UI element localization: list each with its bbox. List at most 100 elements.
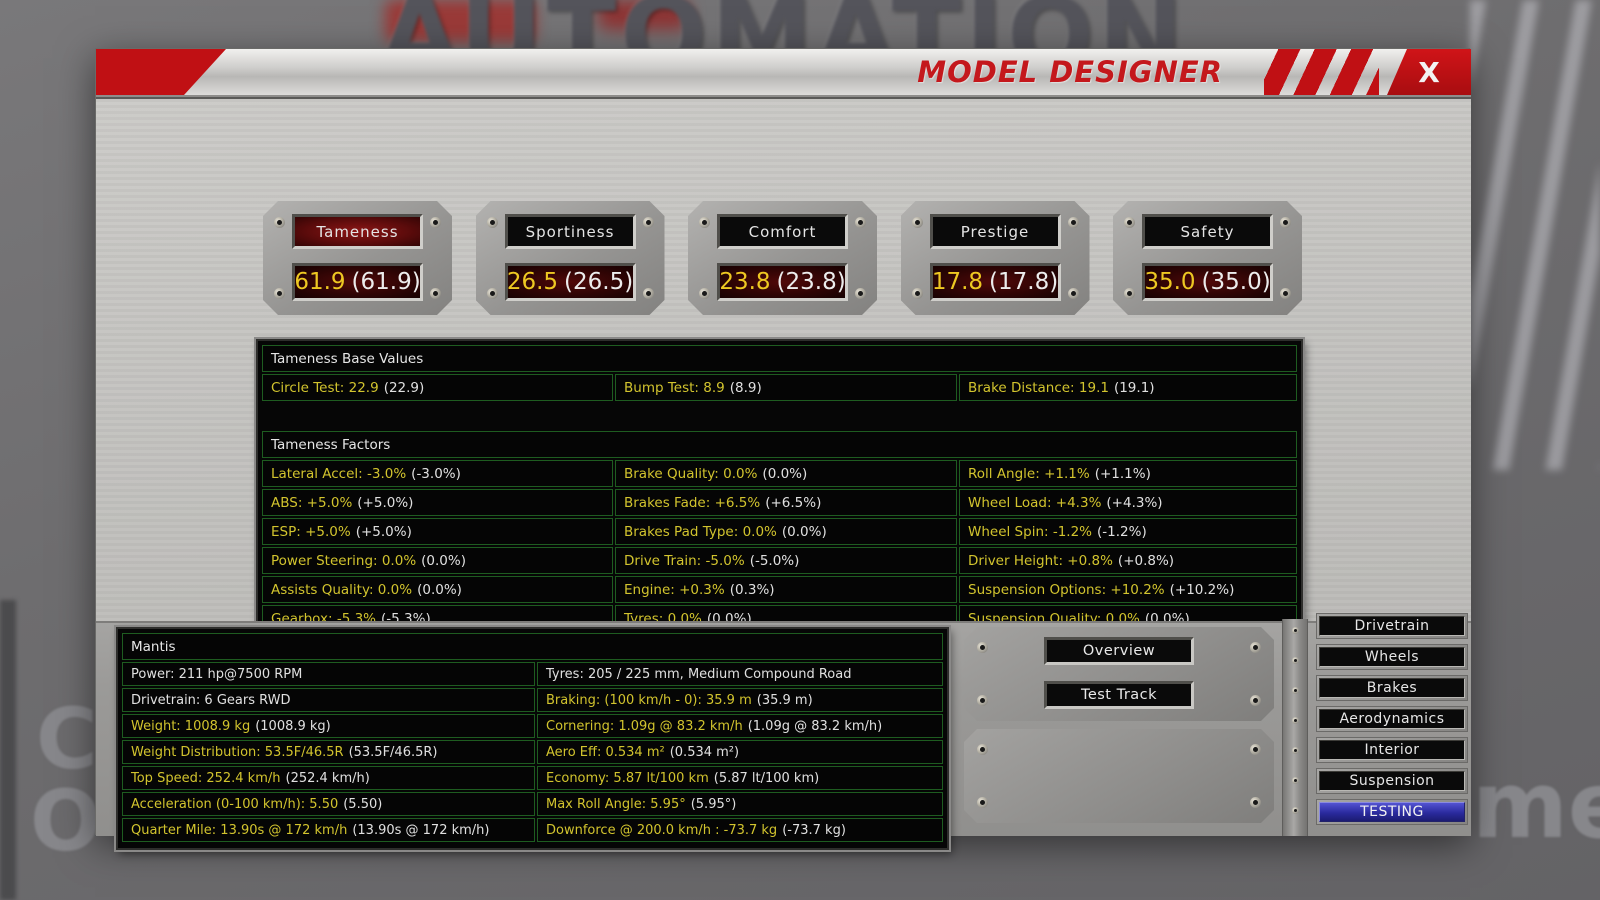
model-designer-window: MODEL DESIGNER X Tameness 61.9 (61.9) Sport…	[95, 48, 1471, 850]
stat-label: Safety	[1142, 214, 1273, 249]
stat-plaque-safety[interactable]: Safety 35.0 (35.0)	[1113, 201, 1302, 315]
car-stat-row: Top Speed: 252.4 km/h (252.4 km/h) Economy…	[122, 766, 943, 790]
menu-tab-wheels[interactable]: Wheels	[1316, 644, 1468, 670]
menu-tab-label: Suspension	[1319, 771, 1465, 791]
stat-cell: Drive Train: -5.0% (-5.0%)	[615, 547, 957, 574]
menu-tab-interior[interactable]: Interior	[1316, 737, 1468, 763]
stat-cell: Weight Distribution: 53.5F/46.5R (53.5F/4…	[122, 740, 535, 764]
rivet-icon	[1250, 744, 1261, 755]
stat-cell: Power: 211 hp@7500 RPM	[122, 662, 535, 686]
rivet-icon	[1250, 797, 1261, 808]
factors-header: Tameness Factors	[262, 431, 1297, 458]
rivet-icon	[855, 217, 866, 228]
rivet-icon	[1280, 288, 1291, 299]
rivet-icon	[1292, 687, 1299, 694]
stat-label: Tameness	[292, 214, 423, 249]
stat-cell: Acceleration (0-100 km/h): 5.50 (5.50)	[122, 792, 535, 816]
rivet-icon	[912, 288, 923, 299]
factor-row: Power Steering: 0.0% (0.0%) Drive Train: -…	[262, 547, 1297, 574]
tameness-detail-table: Tameness Base Values Circle Test: 22.9 (2…	[256, 339, 1303, 669]
rivet-icon	[487, 217, 498, 228]
rivet-icon	[487, 288, 498, 299]
rivet-icon	[430, 217, 441, 228]
table-spacer	[262, 403, 1297, 429]
stat-plaque-comfort[interactable]: Comfort 23.8 (23.8)	[688, 201, 877, 315]
menu-tab-label: Aerodynamics	[1319, 709, 1465, 729]
rivet-icon	[977, 642, 988, 653]
rivet-icon	[1124, 217, 1135, 228]
window-title: MODEL DESIGNER	[917, 55, 1223, 89]
rivet-icon	[643, 288, 654, 299]
rivet-icon	[699, 288, 710, 299]
test-track-button[interactable]: Test Track	[1044, 681, 1194, 709]
rivet-icon	[1292, 627, 1299, 634]
rivet-icon	[1250, 695, 1261, 706]
stat-cell: Aero Eff: 0.534 m² (0.534 m²)	[537, 740, 943, 764]
title-bar: MODEL DESIGNER X	[96, 49, 1471, 99]
stat-cell: Suspension Options: +10.2% (+10.2%)	[959, 576, 1297, 603]
menu-tab-label: Brakes	[1319, 678, 1465, 698]
stat-cell: Brake Quality: 0.0% (0.0%)	[615, 460, 957, 487]
stat-cell: Quarter Mile: 13.90s @ 172 km/h (13.90s @…	[122, 818, 535, 842]
title-red-corner	[96, 49, 226, 95]
nav-panel: Overview Test Track	[964, 627, 1274, 721]
stat-cell: Power Steering: 0.0% (0.0%)	[262, 547, 613, 574]
car-stat-row: Acceleration (0-100 km/h): 5.50 (5.50) Max…	[122, 792, 943, 816]
stat-cell: Weight: 1008.9 kg (1008.9 kg)	[122, 714, 535, 738]
stat-label: Comfort	[717, 214, 848, 249]
car-stats-table: Mantis Power: 211 hp@7500 RPM Tyres: 205 …	[116, 627, 949, 850]
car-stats-rows: Power: 211 hp@7500 RPM Tyres: 205 / 225 m…	[122, 662, 943, 842]
rivet-icon	[977, 744, 988, 755]
stat-plaque-tameness[interactable]: Tameness 61.9 (61.9)	[263, 201, 452, 315]
stat-cell: Driver Height: +0.8% (+0.8%)	[959, 547, 1297, 574]
stat-cell: Circle Test: 22.9 (22.9)	[262, 374, 613, 401]
rivet-icon	[1292, 717, 1299, 724]
car-stat-row: Weight Distribution: 53.5F/46.5R (53.5F/4…	[122, 740, 943, 764]
stat-cell: Bump Test: 8.9 (8.9)	[615, 374, 957, 401]
background-letter: me	[1472, 752, 1600, 859]
rivet-icon	[977, 797, 988, 808]
stat-cell: Brakes Pad Type: 0.0% (0.0%)	[615, 518, 957, 545]
rivet-icon	[274, 217, 285, 228]
menu-tab-suspension[interactable]: Suspension	[1316, 768, 1468, 794]
rivet-icon	[1292, 807, 1299, 814]
title-stripes-decoration	[1264, 49, 1379, 95]
car-stat-row: Weight: 1008.9 kg (1008.9 kg) Cornering: 1…	[122, 714, 943, 738]
menu-tab-label: Wheels	[1319, 647, 1465, 667]
rivet-icon	[1292, 747, 1299, 754]
stat-cell: Braking: (100 km/h - 0): 35.9 m (35.9 m)	[537, 688, 943, 712]
stat-cell: Lateral Accel: -3.0% (-3.0%)	[262, 460, 613, 487]
background-window-blinds	[1470, 0, 1600, 470]
overview-button[interactable]: Overview	[1044, 637, 1194, 665]
menu-tab-label: TESTING	[1319, 802, 1465, 822]
stat-value-display: 35.0 (35.0)	[1142, 263, 1273, 301]
stat-cell: ESP: +5.0% (+5.0%)	[262, 518, 613, 545]
stat-cell: Drivetrain: 6 Gears RWD	[122, 688, 535, 712]
menu-tab-aerodynamics[interactable]: Aerodynamics	[1316, 706, 1468, 732]
stat-cell: Economy: 5.87 lt/100 km (5.87 lt/100 km)	[537, 766, 943, 790]
menu-tab-drivetrain[interactable]: Drivetrain	[1316, 613, 1468, 639]
rivet-icon	[1292, 777, 1299, 784]
car-stat-row: Power: 211 hp@7500 RPM Tyres: 205 / 225 m…	[122, 662, 943, 686]
car-stat-row: Drivetrain: 6 Gears RWD Braking: (100 km/…	[122, 688, 943, 712]
rivet-strip	[1282, 619, 1308, 836]
stat-cell: Downforce @ 200.0 km/h : -73.7 kg (-73.7 …	[537, 818, 943, 842]
empty-panel	[964, 729, 1274, 823]
close-button[interactable]: X	[1387, 49, 1471, 95]
menu-tab-label: Drivetrain	[1319, 616, 1465, 636]
menu-tab-testing[interactable]: TESTING	[1316, 799, 1468, 825]
base-values-header: Tameness Base Values	[262, 345, 1297, 372]
stat-value-display: 26.5 (26.5)	[505, 263, 636, 301]
stat-label: Prestige	[930, 214, 1061, 249]
stat-plaque-prestige[interactable]: Prestige 17.8 (17.8)	[901, 201, 1090, 315]
rivet-icon	[912, 217, 923, 228]
rivet-icon	[1250, 642, 1261, 653]
stat-cell: Brakes Fade: +6.5% (+6.5%)	[615, 489, 957, 516]
rivet-icon	[855, 288, 866, 299]
stat-plaque-sportiness[interactable]: Sportiness 26.5 (26.5)	[476, 201, 665, 315]
background-letter: O	[30, 772, 102, 870]
menu-tab-brakes[interactable]: Brakes	[1316, 675, 1468, 701]
car-name: Mantis	[122, 633, 943, 660]
rivet-icon	[1280, 217, 1291, 228]
rivet-icon	[1124, 288, 1135, 299]
